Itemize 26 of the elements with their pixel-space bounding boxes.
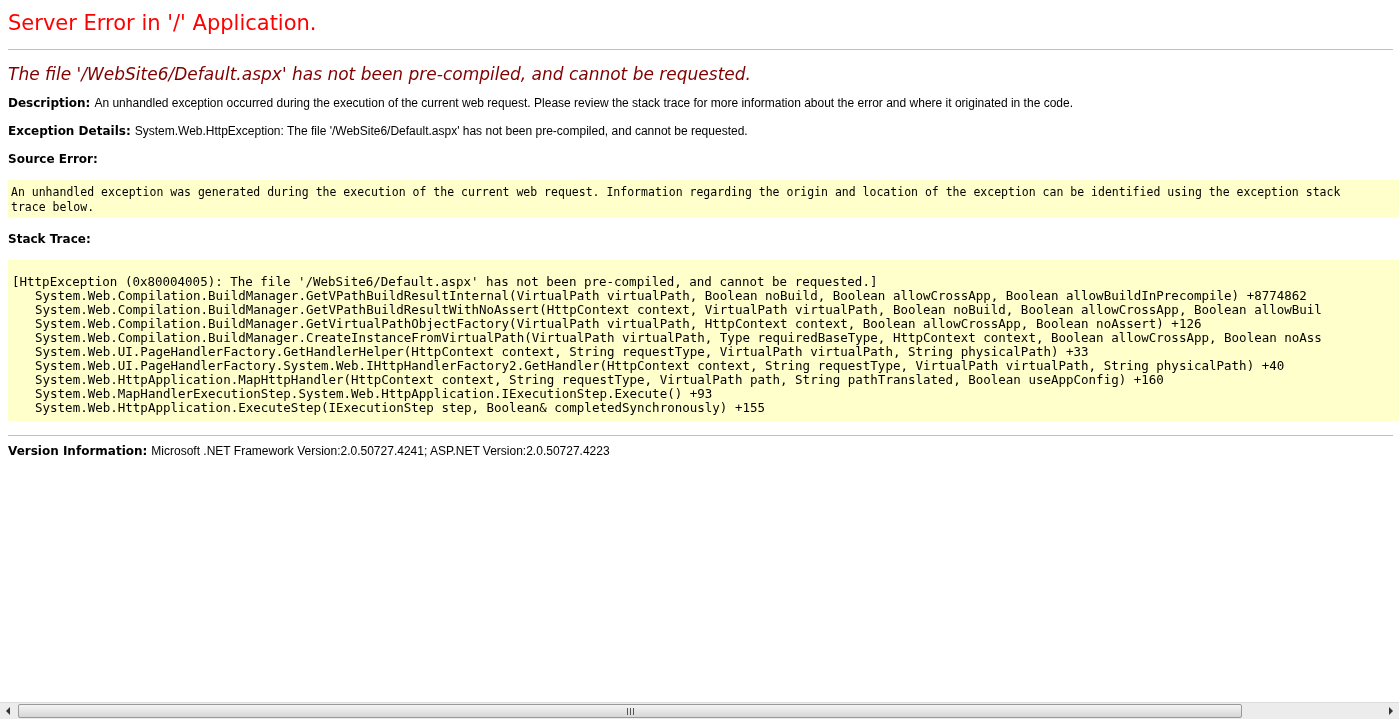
horizontal-scrollbar[interactable]	[0, 702, 1399, 719]
source-error-text: An unhandled exception was generated during the execution of the current web request. Information regarding the origin and location of the exception can be identified using the exception stack trace below.	[11, 185, 1342, 215]
exception-details-text: System.Web.HttpException: The file '/WebSite6/Default.aspx' has not been pre-compiled, and cannot be requested.	[134, 124, 748, 138]
stack-trace-line: System.Web.UI.PageHandlerFactory.GetHandlerHelper(HttpContext context, String requestType, VirtualPath virtualPath, String physicalPath) +33	[35, 345, 1089, 359]
stack-trace-line: System.Web.MapHandlerExecutionStep.System.Web.HttpApplication.IExecutionStep.Execute() +93	[35, 387, 713, 401]
description-text: An unhandled exception occurred during the execution of the current web request. Please review the stack trace for more information about the error and where it originated in the code.	[94, 96, 1073, 110]
stack-trace-line: System.Web.HttpApplication.MapHttpHandler(HttpContext context, String requestType, VirtualPath path, String pathTranslated, Boolean useAppConfig) +160	[35, 373, 1164, 387]
error-heading: The file '/WebSite6/Default.aspx' has not been pre-compiled, and cannot be requested.	[8, 64, 752, 84]
stack-trace-line: System.Web.Compilation.BuildManager.CreateInstanceFromVirtualPath(VirtualPath virtualPath, Type requiredBaseType, HttpContext context, Boolean allowCrossApp, Boolean noAss	[35, 331, 1322, 345]
version-info-label: Version Information:	[8, 444, 148, 458]
scroll-left-icon[interactable]	[4, 707, 12, 715]
section-label: Source Error:	[8, 152, 98, 166]
stack-trace-line: System.Web.UI.PageHandlerFactory.System.Web.IHttpHandlerFactory2.GetHandler(HttpContext context, String requestType, VirtualPath virtualPath, String physicalPath) +40	[35, 359, 1285, 373]
version-info-text: Microsoft .NET Framework Version:2.0.50727.4241; ASP.NET Version:2.0.50727.4223	[151, 444, 610, 458]
section-label: Stack Trace:	[8, 232, 91, 246]
exception-details-label: Exception Details:	[8, 124, 131, 138]
stack-trace-line: System.Web.Compilation.BuildManager.GetVPathBuildResultWithNoAssert(HttpContext context, VirtualPath virtualPath, Boolean noBuild, Boolean allowCrossApp, Boolean allowBuil	[35, 303, 1322, 317]
exception-line: [HttpException (0x80004005): The file '/WebSite6/Default.aspx' has not been pre-compiled, and cannot be requested.]	[12, 275, 878, 289]
grip-icon	[626, 707, 634, 715]
stack-trace-line: System.Web.Compilation.BuildManager.GetVirtualPathObjectFactory(VirtualPath virtualPath, HttpContext context, Boolean allowCrossApp, Boolean noAssert) +126	[35, 317, 1202, 331]
stack-trace-line: System.Web.Compilation.BuildManager.GetVPathBuildResultInternal(VirtualPath virtualPath, Boolean noBuild, Boolean allowCrossApp, Boolean allowBuildInPrecompile) +8774862	[35, 289, 1307, 303]
description-label: Description:	[8, 96, 91, 110]
scrollbar-thumb[interactable]	[18, 704, 1242, 718]
stack-trace-line: System.Web.HttpApplication.ExecuteStep(IExecutionStep step, Boolean& completedSynchronously) +155	[35, 401, 765, 415]
scroll-right-icon[interactable]	[1387, 707, 1395, 715]
page-title: Server Error in '/' Application.	[8, 11, 318, 35]
